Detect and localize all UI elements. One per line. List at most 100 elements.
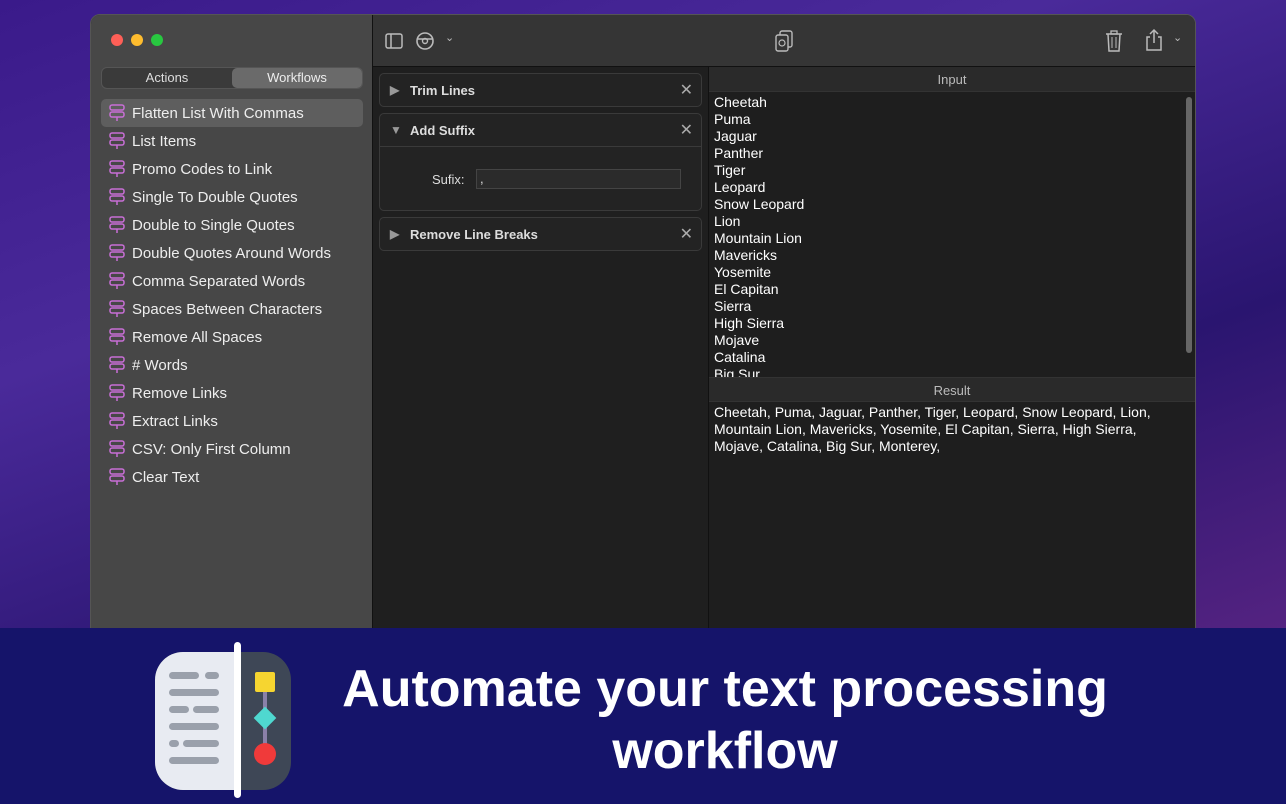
- input-line: Panther: [714, 145, 764, 161]
- sidebar-item-label: Remove Links: [132, 384, 228, 402]
- promo-banner: Automate your text processing workflow: [0, 628, 1286, 804]
- close-button[interactable]: [111, 34, 123, 46]
- step-remove-line-breaks: ▶ Remove Line Breaks ✕: [379, 217, 702, 251]
- disclosure-collapsed-icon[interactable]: ▶: [390, 227, 410, 241]
- input-line: Mavericks: [714, 247, 778, 263]
- workflow-icon: [109, 132, 125, 149]
- remove-step-icon[interactable]: ✕: [680, 120, 693, 140]
- remove-step-icon[interactable]: ✕: [680, 224, 693, 244]
- input-line: Mountain Lion: [714, 230, 802, 246]
- trash-icon[interactable]: [1105, 30, 1123, 52]
- input-textarea[interactable]: Cheetah Puma Jaguar Panther Tiger Leopard Snow…: [709, 92, 1195, 377]
- suffix-label: Sufix:: [432, 172, 465, 187]
- sidebar-item-label: Promo Codes to Link: [132, 160, 273, 178]
- input-line: Sierra: [714, 298, 752, 314]
- sidebar-item[interactable]: Clear Text: [101, 463, 363, 491]
- sidebar-item-label: List Items: [132, 132, 197, 150]
- sidebar-item[interactable]: Remove Links: [101, 379, 363, 407]
- workflow-icon: [109, 468, 125, 485]
- input-header: Input: [709, 67, 1195, 92]
- disclosure-expanded-icon[interactable]: ▼: [390, 123, 410, 137]
- sidebar-item[interactable]: Comma Separated Words: [101, 267, 363, 295]
- sidebar-item[interactable]: Extract Links: [101, 407, 363, 435]
- workflow-icon: [109, 244, 125, 261]
- step-trim-lines: ▶ Trim Lines ✕: [379, 73, 702, 107]
- sidebar-item-label: Double to Single Quotes: [132, 216, 295, 234]
- sidebar-item-label: Remove All Spaces: [132, 328, 263, 346]
- gear-icon[interactable]: [415, 31, 435, 51]
- workflow-icon: [109, 440, 125, 457]
- workflow-steps-panel: ▶ Trim Lines ✕ ▼ Add Suffix ✕ Sufix:, ▶ Remov…: [373, 67, 709, 653]
- remove-step-icon[interactable]: ✕: [680, 80, 693, 100]
- input-line: El Capitan: [714, 281, 779, 297]
- sidebar-item[interactable]: # Words: [101, 351, 363, 379]
- app-window: Actions Workflows Flatten List With Comm…: [90, 14, 1196, 654]
- sidebar-item-label: Comma Separated Words: [132, 272, 306, 290]
- sidebar: Actions Workflows Flatten List With Comm…: [91, 15, 373, 653]
- sidebar-item-label: Flatten List With Commas: [132, 104, 304, 122]
- input-scrollbar[interactable]: [1186, 97, 1192, 353]
- input-line: Cheetah: [714, 94, 767, 110]
- copy-refresh-icon[interactable]: [775, 30, 793, 52]
- workflow-icon: [109, 272, 125, 289]
- sidebar-item-label: # Words: [132, 356, 188, 374]
- input-line: Snow Leopard: [714, 196, 805, 212]
- zoom-button[interactable]: [151, 34, 163, 46]
- input-line: Puma: [714, 111, 751, 127]
- tagline: Automate your text processing workflow: [342, 660, 1108, 780]
- step-title: Add Suffix: [410, 122, 475, 138]
- share-icon[interactable]: [1145, 28, 1163, 52]
- sidebar-item[interactable]: Promo Codes to Link: [101, 155, 363, 183]
- workflow-icon: [109, 384, 125, 401]
- sidebar-item-label: Double Quotes Around Words: [132, 244, 332, 262]
- tab-workflows[interactable]: Workflows: [232, 68, 362, 88]
- workflow-icon: [109, 412, 125, 429]
- input-line: Yosemite: [714, 264, 772, 280]
- step-title: Remove Line Breaks: [410, 226, 538, 242]
- sidebar-item-label: Single To Double Quotes: [132, 188, 298, 206]
- input-line: Catalina: [714, 349, 766, 365]
- workflow-icon: [109, 356, 125, 373]
- sidebar-item-label: Extract Links: [132, 412, 218, 430]
- result-textarea[interactable]: Cheetah, Puma, Jaguar, Panther, Tiger, L…: [709, 402, 1179, 457]
- app-logo: [155, 642, 291, 798]
- minimize-button[interactable]: [131, 34, 143, 46]
- sidebar-item-label: CSV: Only First Column: [132, 440, 291, 458]
- sidebar-toggle-icon[interactable]: [385, 33, 403, 49]
- sidebar-item[interactable]: CSV: Only First Column: [101, 435, 363, 463]
- step-title: Trim Lines: [410, 82, 476, 98]
- workflow-icon: [109, 188, 125, 205]
- workflow-icon: [109, 160, 125, 177]
- text-panel: Input Cheetah Puma Jaguar Panther Tiger Leopa…: [709, 67, 1195, 653]
- workflow-icon: [109, 328, 125, 345]
- input-line: High Sierra: [714, 315, 785, 331]
- disclosure-collapsed-icon[interactable]: ▶: [390, 83, 410, 97]
- sidebar-item-label: Spaces Between Characters: [132, 300, 323, 318]
- input-line: Big Sur: [714, 366, 760, 377]
- sidebar-item[interactable]: Double to Single Quotes: [101, 211, 363, 239]
- input-line: Leopard: [714, 179, 766, 195]
- input-line: Jaguar: [714, 128, 757, 144]
- chevron-down-icon[interactable]: ⌄: [445, 31, 454, 44]
- sidebar-item[interactable]: Flatten List With Commas: [101, 99, 363, 127]
- sidebar-segmented-control: Actions Workflows: [101, 67, 363, 89]
- suffix-input[interactable]: ,: [476, 169, 681, 189]
- sidebar-item[interactable]: Single To Double Quotes: [101, 183, 363, 211]
- sidebar-item[interactable]: Remove All Spaces: [101, 323, 363, 351]
- sidebar-item[interactable]: Double Quotes Around Words: [101, 239, 363, 267]
- sidebar-item-label: Clear Text: [132, 468, 200, 486]
- toolbar: ⌄ ⌄: [373, 15, 1195, 67]
- workflow-icon: [109, 300, 125, 317]
- tab-actions[interactable]: Actions: [102, 68, 232, 88]
- window-controls: [111, 34, 163, 46]
- input-line: Mojave: [714, 332, 760, 348]
- input-line: Lion: [714, 213, 741, 229]
- result-header: Result: [709, 377, 1195, 402]
- sidebar-item[interactable]: List Items: [101, 127, 363, 155]
- step-add-suffix: ▼ Add Suffix ✕ Sufix:,: [379, 113, 702, 211]
- workflow-icon: [109, 216, 125, 233]
- share-chevron-down-icon[interactable]: ⌄: [1173, 31, 1182, 44]
- input-line: Tiger: [714, 162, 746, 178]
- sidebar-item[interactable]: Spaces Between Characters: [101, 295, 363, 323]
- workflow-list: Flatten List With Commas List Items Promo …: [101, 99, 363, 491]
